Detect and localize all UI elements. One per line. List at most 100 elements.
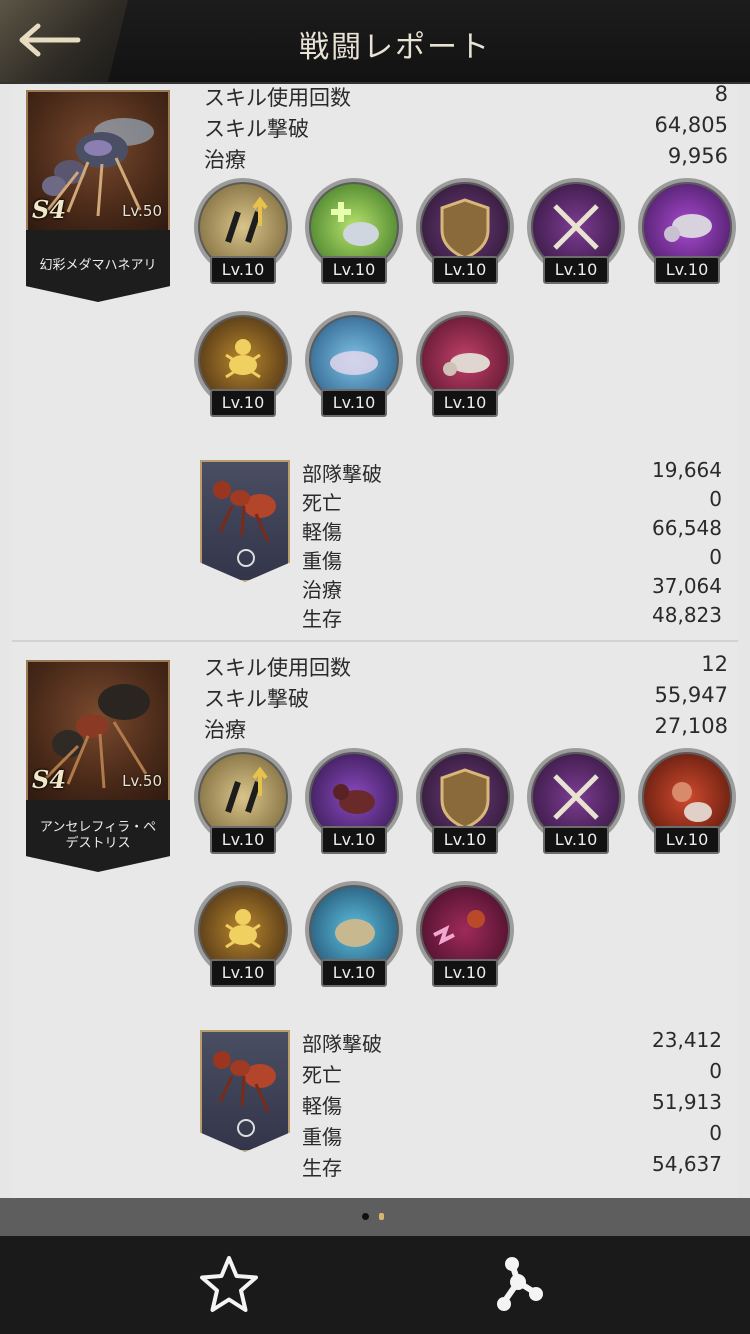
skill-level: Lv.10 (210, 389, 276, 417)
page-title: 戦闘レポート (299, 30, 491, 65)
star-icon (200, 1256, 258, 1312)
skill-level: Lv.10 (321, 826, 387, 854)
troop-stat-value: 66,548 (652, 516, 722, 540)
hero-name: 幻彩メダマハネアリ (26, 230, 170, 302)
troop-stat-label: 重傷 (302, 1125, 342, 1149)
skill-slot[interactable]: Lv.10 (527, 178, 625, 284)
troop-stat-label: 治療 (302, 578, 342, 602)
skill-slot[interactable]: Lv.10 (527, 748, 625, 854)
skill-slot[interactable]: Lv.10 (416, 311, 514, 417)
troop-stat-row: 死亡 0 (302, 1059, 722, 1087)
bottom-bar (0, 1236, 750, 1334)
troop-stat-row: 部隊撃破 23,412 (302, 1028, 722, 1056)
hero-portrait[interactable]: S4 Lv.50 幻彩メダマハネアリ (26, 90, 170, 302)
stat-label: スキル使用回数 (204, 656, 351, 680)
stat-label: スキル撃破 (204, 117, 309, 141)
favorite-button[interactable] (194, 1250, 264, 1320)
hero-report-1: S4 Lv.50 幻彩メダマハネアリ スキル使用回数 8 スキル撃破 64,80… (12, 84, 738, 642)
page-dot[interactable] (379, 1213, 384, 1220)
skill-level: Lv.10 (432, 826, 498, 854)
share-button[interactable] (482, 1250, 552, 1320)
skill-level: Lv.10 (321, 959, 387, 987)
troop-stat-row: 治療 37,064 (302, 574, 722, 602)
skill-level: Lv.10 (321, 389, 387, 417)
troop-stat-row: 重傷 0 (302, 545, 722, 573)
stat-value: 55,947 (654, 683, 728, 707)
hero-level: Lv.50 (122, 772, 162, 790)
troop-stat-label: 軽傷 (302, 1094, 342, 1118)
troop-portrait[interactable] (200, 1030, 290, 1152)
skill-kills-row: スキル撃破 55,947 (204, 683, 728, 713)
skill-level: Lv.10 (543, 256, 609, 284)
troop-stat-label: 部隊撃破 (302, 462, 382, 486)
stat-label: 治療 (204, 148, 246, 172)
skill-level: Lv.10 (321, 256, 387, 284)
report-content[interactable]: S4 Lv.50 幻彩メダマハネアリ スキル使用回数 8 スキル撃破 64,80… (12, 84, 738, 1198)
skill-kills-row: スキル撃破 64,805 (204, 113, 728, 143)
skill-slot[interactable]: Lv.10 (638, 748, 736, 854)
page-dot-active[interactable] (362, 1213, 369, 1220)
troop-stat-label: 軽傷 (302, 520, 342, 544)
tier-badge: S4 (32, 765, 67, 794)
skill-level: Lv.10 (432, 389, 498, 417)
stat-value: 9,956 (667, 144, 728, 168)
skill-slot[interactable]: Lv.10 (194, 881, 292, 987)
skill-slot[interactable]: Lv.10 (416, 881, 514, 987)
share-icon (497, 1257, 543, 1311)
skill-slot[interactable]: Lv.10 (305, 748, 403, 854)
troop-stat-row: 軽傷 66,548 (302, 516, 722, 544)
heal-row: 治療 27,108 (204, 714, 728, 744)
troop-stat-value: 51,913 (652, 1090, 722, 1114)
troop-stat-value: 37,064 (652, 574, 722, 598)
troop-stat-value: 0 (709, 487, 722, 511)
skill-level: Lv.10 (654, 826, 720, 854)
hero-name: アンセレフィラ・ペデストリス (26, 800, 170, 872)
troop-stat-value: 0 (709, 1059, 722, 1083)
troop-stat-row: 生存 48,823 (302, 603, 722, 631)
skill-slot[interactable]: Lv.10 (416, 178, 514, 284)
troop-stat-row: 軽傷 51,913 (302, 1090, 722, 1118)
stat-label: スキル撃破 (204, 687, 309, 711)
stat-value: 12 (701, 652, 728, 676)
skill-level: Lv.10 (432, 959, 498, 987)
stat-label: スキル使用回数 (204, 86, 351, 110)
skill-slot[interactable]: Lv.10 (194, 311, 292, 417)
skill-slot[interactable]: Lv.10 (194, 178, 292, 284)
skill-use-count-row: スキル使用回数 8 (204, 84, 728, 112)
skill-slot[interactable]: Lv.10 (305, 178, 403, 284)
skill-slot[interactable]: Lv.10 (638, 178, 736, 284)
page-indicator (0, 1198, 750, 1236)
hero-portrait[interactable]: S4 Lv.50 アンセレフィラ・ペデストリス (26, 660, 170, 872)
header: 戦闘レポート (0, 0, 750, 84)
red-ant-icon (213, 481, 276, 567)
stat-label: 治療 (204, 718, 246, 742)
troop-stat-row: 生存 54,637 (302, 1152, 722, 1180)
troop-stat-value: 19,664 (652, 458, 722, 482)
skill-slot[interactable]: Lv.10 (305, 881, 403, 987)
skill-level: Lv.10 (543, 826, 609, 854)
troop-stat-value: 23,412 (652, 1028, 722, 1052)
troop-stat-label: 生存 (302, 607, 342, 631)
red-ant-icon (213, 1051, 276, 1137)
troop-stat-label: 重傷 (302, 549, 342, 573)
heal-row: 治療 9,956 (204, 144, 728, 174)
troop-stat-value: 48,823 (652, 603, 722, 627)
troop-portrait[interactable] (200, 460, 290, 582)
troop-stat-value: 54,637 (652, 1152, 722, 1176)
skill-slot[interactable]: Lv.10 (305, 311, 403, 417)
hero-level: Lv.50 (122, 202, 162, 220)
skill-level: Lv.10 (210, 826, 276, 854)
troop-stat-value: 0 (709, 1121, 722, 1145)
troop-stat-label: 部隊撃破 (302, 1032, 382, 1056)
troop-stat-row: 部隊撃破 19,664 (302, 458, 722, 486)
hero-report-2: S4 Lv.50 アンセレフィラ・ペデストリス スキル使用回数 12 スキル撃破… (12, 642, 738, 1198)
stat-value: 64,805 (654, 113, 728, 137)
skill-use-count-row: スキル使用回数 12 (204, 652, 728, 682)
skill-slot[interactable]: Lv.10 (416, 748, 514, 854)
skill-level: Lv.10 (210, 959, 276, 987)
skill-slot[interactable]: Lv.10 (194, 748, 292, 854)
troop-stat-row: 死亡 0 (302, 487, 722, 515)
troop-stat-value: 0 (709, 545, 722, 569)
troop-stat-row: 重傷 0 (302, 1121, 722, 1149)
troop-stat-label: 死亡 (302, 1063, 342, 1087)
